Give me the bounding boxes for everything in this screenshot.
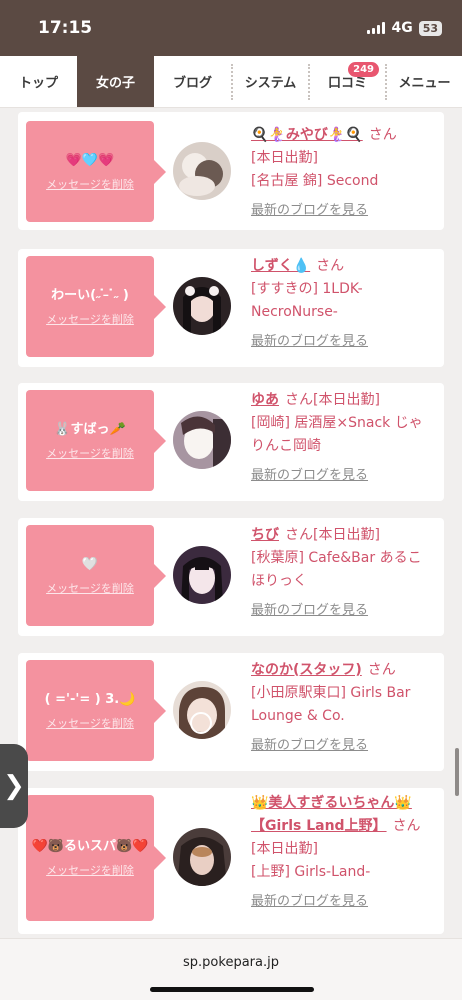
girl-shop-link[interactable]: 【Girls Land上野】 bbox=[251, 818, 387, 834]
latest-blog-link[interactable]: 最新のブログを見る bbox=[251, 738, 368, 753]
honorific: さん bbox=[367, 662, 396, 678]
home-indicator bbox=[150, 987, 314, 992]
avatar[interactable] bbox=[173, 681, 231, 739]
tab-label: トップ bbox=[18, 76, 58, 91]
list-item: 🐰すばっ🥕 メッセージを削除 ゆあ さん[本日出勤] [岡崎] 居酒屋×Snack… bbox=[18, 383, 444, 501]
tab-system[interactable]: システム bbox=[233, 56, 308, 107]
tab-label: システム bbox=[244, 76, 297, 91]
girl-name-link[interactable]: ちび bbox=[251, 527, 279, 543]
tab-menu[interactable]: メニュー bbox=[387, 56, 462, 107]
girl-name-link[interactable]: 👑美人すぎるいちゃん👑 bbox=[251, 795, 412, 811]
status-time: 17:15 bbox=[38, 18, 93, 38]
entry-line-1: [本日出勤] bbox=[251, 841, 318, 857]
message-bubble: 🐰すばっ🥕 メッセージを削除 bbox=[26, 390, 166, 491]
entry-line-2: [上野] Girls-Land- bbox=[251, 864, 371, 880]
entry-line-2: ほりっく bbox=[251, 573, 307, 589]
entry-line-1: [すすきの] 1LDK- bbox=[251, 281, 363, 297]
status-indicators: 4G 53 bbox=[367, 20, 442, 36]
girl-name-link[interactable]: 🍳🧜‍♀️みやび🧜‍♀️🍳 bbox=[251, 127, 363, 143]
message-text: 💗🩵💗 bbox=[65, 152, 115, 168]
url-text[interactable]: sp.pokepara.jp bbox=[0, 955, 462, 970]
tab-label: メニュー bbox=[398, 76, 451, 91]
list-item: 🤍 メッセージを削除 ちび さん[本日出勤] [秋葉原] Cafe&Bar あるこ… bbox=[18, 518, 444, 636]
delete-message-link[interactable]: メッセージを削除 bbox=[46, 311, 134, 327]
entry-info: しずく💧 さん [すすきの] 1LDK- NecroNurse- 最新のブログを見… bbox=[251, 255, 441, 353]
entry-info: 👑美人すぎるいちゃん👑 【Girls Land上野】 さん [本日出勤] [上野]… bbox=[251, 792, 441, 913]
battery-icon: 53 bbox=[418, 20, 442, 36]
list-item: ( ='-'= ) 3.🌙 メッセージを削除 なのか(スタッフ) さん [小田原駅… bbox=[18, 653, 444, 771]
entry-info: なのか(スタッフ) さん [小田原駅東口] Girls Bar Lounge & … bbox=[251, 659, 441, 757]
delete-message-link[interactable]: メッセージを削除 bbox=[46, 862, 134, 878]
tab-label: 女の子 bbox=[95, 76, 135, 91]
entry-line-1: [岡崎] 居酒屋×Snack じゃ bbox=[251, 415, 423, 431]
message-text: ( ='-'= ) 3.🌙 bbox=[44, 691, 136, 707]
tab-reviews[interactable]: 口コミ 249 bbox=[310, 56, 385, 107]
entry-info: ゆあ さん[本日出勤] [岡崎] 居酒屋×Snack じゃ りんこ岡崎 最新のブロ… bbox=[251, 389, 441, 487]
avatar[interactable] bbox=[173, 277, 231, 335]
entry-line-1: [秋葉原] Cafe&Bar あるこ bbox=[251, 550, 422, 566]
entry-line-2: NecroNurse- bbox=[251, 304, 338, 320]
tab-blog[interactable]: ブログ bbox=[154, 56, 231, 107]
honorific: さん[本日出勤] bbox=[285, 527, 380, 543]
girl-name-link[interactable]: なのか(スタッフ) bbox=[251, 662, 362, 678]
list-item: ❤️🐻るいスパ🐻❤️ メッセージを削除 👑美人すぎるいちゃん👑 【Girls L… bbox=[18, 788, 444, 934]
scrollbar[interactable] bbox=[455, 748, 459, 796]
honorific: さん bbox=[392, 818, 421, 834]
list-item: わーい(˶ ̇ ̵ ̇˶ ) メッセージを削除 しずく💧 さん [すすきの] 1L… bbox=[18, 249, 444, 367]
entry-line-2: [名古屋 錦] Second bbox=[251, 173, 379, 189]
entry-info: ちび さん[本日出勤] [秋葉原] Cafe&Bar あるこ ほりっく 最新のブロ… bbox=[251, 524, 441, 622]
message-bubble: 💗🩵💗 メッセージを削除 bbox=[26, 121, 166, 222]
honorific: さん bbox=[316, 258, 345, 274]
honorific: さん[本日出勤] bbox=[285, 392, 380, 408]
delete-message-link[interactable]: メッセージを削除 bbox=[46, 580, 134, 596]
avatar[interactable] bbox=[173, 142, 231, 200]
honorific: さん bbox=[368, 127, 397, 143]
latest-blog-link[interactable]: 最新のブログを見る bbox=[251, 334, 368, 349]
browser-bottom-bar: sp.pokepara.jp bbox=[0, 938, 462, 1000]
girl-name-link[interactable]: しずく💧 bbox=[251, 258, 310, 274]
delete-message-link[interactable]: メッセージを削除 bbox=[46, 445, 134, 461]
list-item: 💗🩵💗 メッセージを削除 🍳🧜‍♀️みやび🧜‍♀️🍳 さん [本日出勤] [名古屋… bbox=[18, 112, 444, 230]
delete-message-link[interactable]: メッセージを削除 bbox=[46, 176, 134, 192]
message-text: 🤍 bbox=[81, 556, 99, 572]
latest-blog-link[interactable]: 最新のブログを見る bbox=[251, 894, 368, 909]
tab-label: ブログ bbox=[172, 76, 212, 91]
message-bubble: ❤️🐻るいスパ🐻❤️ メッセージを削除 bbox=[26, 795, 166, 921]
girl-name-link[interactable]: ゆあ bbox=[251, 392, 279, 408]
status-bar: 17:15 4G 53 bbox=[0, 0, 462, 56]
latest-blog-link[interactable]: 最新のブログを見る bbox=[251, 203, 368, 218]
avatar[interactable] bbox=[173, 411, 231, 469]
message-text: 🐰すばっ🥕 bbox=[54, 421, 126, 437]
reviews-count-badge: 249 bbox=[348, 62, 379, 77]
network-type: 4G bbox=[391, 20, 413, 36]
tab-top[interactable]: トップ bbox=[0, 56, 77, 107]
avatar[interactable] bbox=[173, 546, 231, 604]
tab-girls[interactable]: 女の子 bbox=[77, 56, 154, 107]
entry-line-1: [小田原駅東口] Girls Bar bbox=[251, 685, 411, 701]
delete-message-link[interactable]: メッセージを削除 bbox=[46, 715, 134, 731]
entry-line-2: りんこ岡崎 bbox=[251, 438, 321, 454]
latest-blog-link[interactable]: 最新のブログを見る bbox=[251, 603, 368, 618]
signal-icon bbox=[367, 22, 386, 34]
message-text: わーい(˶ ̇ ̵ ̇˶ ) bbox=[51, 287, 129, 303]
message-text: ❤️🐻るいスパ🐻❤️ bbox=[31, 839, 149, 854]
message-bubble: 🤍 メッセージを削除 bbox=[26, 525, 166, 626]
entry-line-2: Lounge & Co. bbox=[251, 708, 345, 724]
avatar[interactable] bbox=[173, 828, 231, 886]
chevron-right-icon: ❯ bbox=[3, 771, 25, 801]
message-bubble: ( ='-'= ) 3.🌙 メッセージを削除 bbox=[26, 660, 166, 761]
main-nav: トップ 女の子 ブログ システム 口コミ 249 メニュー bbox=[0, 56, 462, 108]
side-drawer-handle[interactable]: ❯ bbox=[0, 744, 28, 828]
latest-blog-link[interactable]: 最新のブログを見る bbox=[251, 468, 368, 483]
entry-line-1: [本日出勤] bbox=[251, 150, 318, 166]
entry-info: 🍳🧜‍♀️みやび🧜‍♀️🍳 さん [本日出勤] [名古屋 錦] Second 最新… bbox=[251, 124, 441, 222]
message-bubble: わーい(˶ ̇ ̵ ̇˶ ) メッセージを削除 bbox=[26, 256, 166, 357]
